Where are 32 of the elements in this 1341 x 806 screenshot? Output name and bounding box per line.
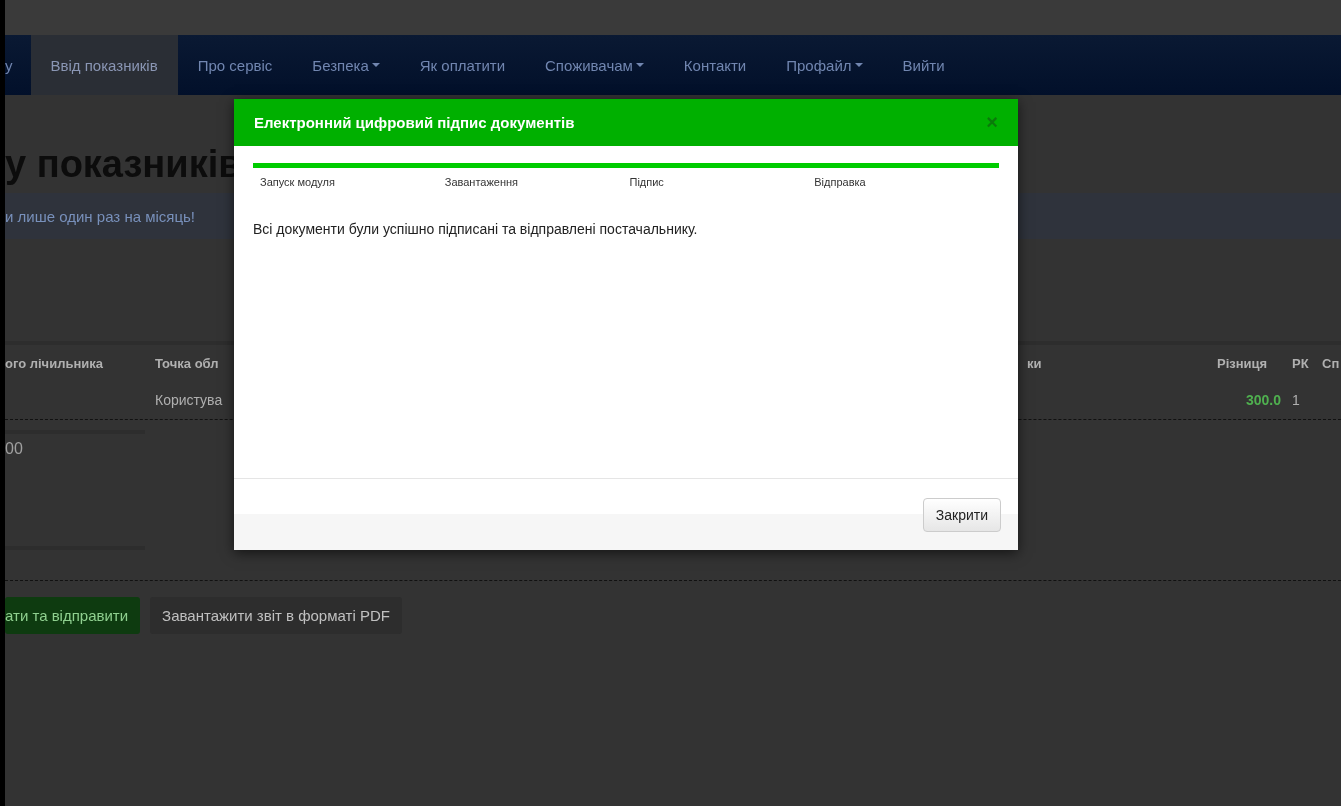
nav-link[interactable]: Споживачам bbox=[525, 35, 664, 95]
nav-link[interactable]: Профайл bbox=[766, 35, 883, 95]
caret-icon bbox=[371, 63, 380, 67]
column-header: Точка обл bbox=[154, 355, 220, 371]
column-header: ого лічильника bbox=[5, 355, 104, 371]
caret-icon bbox=[635, 63, 644, 67]
nav-link[interactable]: Ввід показників bbox=[30, 35, 178, 95]
table-cell-text: 300.0 bbox=[1244, 392, 1282, 408]
column-header: Сп bbox=[1321, 355, 1341, 371]
nav-link[interactable]: Контакти bbox=[663, 35, 767, 95]
nav-link[interactable]: Як оплатити bbox=[399, 35, 526, 95]
status-message: Всі документи були успішно підписані та відправлені постачальнику. bbox=[253, 221, 699, 237]
step-label: Запуск модуля bbox=[260, 176, 336, 188]
table-cell-text: 1 bbox=[1291, 392, 1301, 408]
nav-link[interactable]: у bbox=[5, 35, 31, 95]
step-label: Завантаження bbox=[444, 176, 520, 188]
column-header: Різниця bbox=[1216, 355, 1269, 371]
dialog-title: Електронний цифровий підпис документів bbox=[254, 114, 575, 131]
nav-link[interactable]: Безпека bbox=[292, 35, 400, 95]
notice-text: и лише один раз на місяць! bbox=[5, 207, 195, 225]
step-label: Відправка bbox=[814, 176, 867, 188]
action-button[interactable]: ати та відправити bbox=[5, 597, 141, 634]
summary-value: 00 bbox=[5, 440, 23, 457]
caret-icon bbox=[854, 63, 863, 67]
nav-link[interactable]: Про сервіс bbox=[177, 35, 293, 95]
nav-link[interactable]: Вийти bbox=[882, 35, 965, 95]
step-label: Підпис bbox=[629, 176, 665, 188]
column-header: ки bbox=[1026, 355, 1043, 371]
table-cell-text: Користува bbox=[154, 392, 224, 408]
close-dialog-button[interactable]: Закрити bbox=[922, 498, 1001, 532]
column-header: РК bbox=[1291, 355, 1310, 371]
action-button[interactable]: Завантажити звіт в форматі PDF bbox=[150, 597, 402, 634]
